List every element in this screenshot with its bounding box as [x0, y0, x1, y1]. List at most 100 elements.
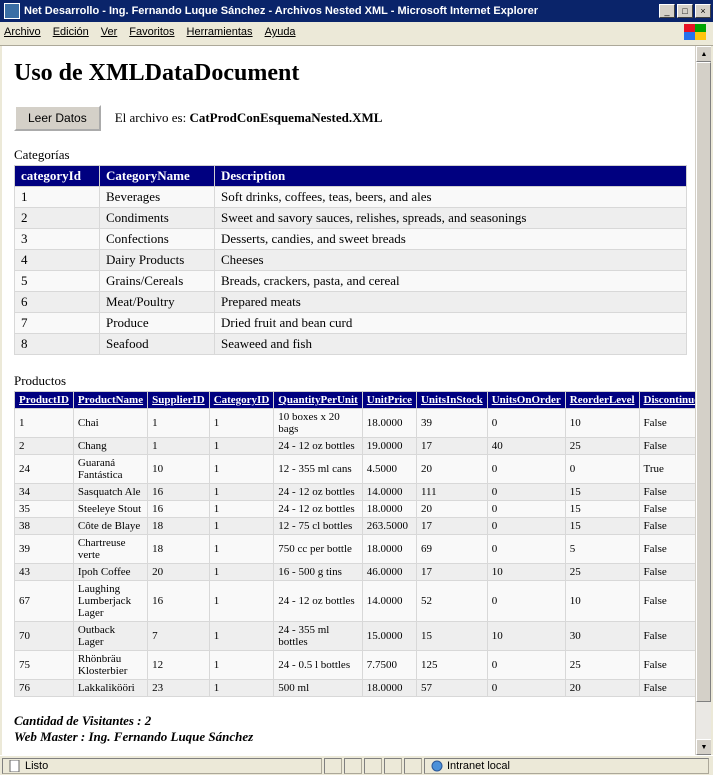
- menu-archivo[interactable]: Archivo: [4, 26, 41, 38]
- cell: 18.0000: [362, 680, 416, 697]
- read-data-button[interactable]: Leer Datos: [14, 105, 101, 131]
- products-table: ProductIDProductNameSupplierIDCategoryID…: [14, 391, 710, 697]
- cell: 18.0000: [362, 501, 416, 518]
- cell: 46.0000: [362, 564, 416, 581]
- cell: 24: [15, 455, 74, 484]
- cell: 2: [15, 438, 74, 455]
- table-row: 4Dairy ProductsCheeses: [15, 250, 687, 271]
- cell: Sweet and savory sauces, relishes, sprea…: [215, 208, 687, 229]
- maximize-button[interactable]: □: [677, 4, 693, 18]
- cell: 10: [565, 409, 639, 438]
- cell: 20: [565, 680, 639, 697]
- cell: 12 - 355 ml cans: [274, 455, 362, 484]
- cell: Dried fruit and bean curd: [215, 313, 687, 334]
- minimize-button[interactable]: _: [659, 4, 675, 18]
- table-row: 5Grains/CerealsBreads, crackers, pasta, …: [15, 271, 687, 292]
- footer: Cantidad de Visitantes : 2 Web Master : …: [14, 713, 699, 745]
- cell: 4.5000: [362, 455, 416, 484]
- cell: 0: [487, 535, 565, 564]
- cell: 12: [148, 651, 210, 680]
- cell: 0: [565, 455, 639, 484]
- prod-header[interactable]: UnitPrice: [362, 392, 416, 409]
- table-row: 1Chai1110 boxes x 20 bags18.000039010Fal…: [15, 409, 710, 438]
- menu-favoritos[interactable]: Favoritos: [129, 26, 174, 38]
- prod-header[interactable]: ReorderLevel: [565, 392, 639, 409]
- cell: Seafood: [100, 334, 215, 355]
- cat-header: Description: [215, 166, 687, 187]
- table-row: 75Rhönbräu Klosterbier12124 - 0.5 l bott…: [15, 651, 710, 680]
- status-text: Listo: [25, 760, 48, 772]
- cell: 263.5000: [362, 518, 416, 535]
- cell: Lakkalikööri: [73, 680, 147, 697]
- cell: 40: [487, 438, 565, 455]
- menu-herramientas[interactable]: Herramientas: [187, 26, 253, 38]
- prod-header[interactable]: QuantityPerUnit: [274, 392, 362, 409]
- close-button[interactable]: ×: [695, 4, 711, 18]
- cell: 18: [148, 535, 210, 564]
- cell: Sasquatch Ale: [73, 484, 147, 501]
- cell: 67: [15, 581, 74, 622]
- cell: Beverages: [100, 187, 215, 208]
- cell: 1: [148, 438, 210, 455]
- cell: 0: [487, 651, 565, 680]
- cell: 24 - 355 ml bottles: [274, 622, 362, 651]
- cell: Prepared meats: [215, 292, 687, 313]
- cell: 14.0000: [362, 581, 416, 622]
- categories-table: categoryIdCategoryNameDescription 1Bever…: [14, 165, 687, 355]
- page-heading: Uso de XMLDataDocument: [14, 60, 699, 87]
- cell: Confections: [100, 229, 215, 250]
- cell: 75: [15, 651, 74, 680]
- table-row: 70Outback Lager7124 - 355 ml bottles15.0…: [15, 622, 710, 651]
- prod-header[interactable]: ProductID: [15, 392, 74, 409]
- cell: 25: [565, 564, 639, 581]
- cell: 17: [416, 564, 487, 581]
- status-pad1: [324, 758, 342, 774]
- cell: 10: [148, 455, 210, 484]
- menu-bar: Archivo Edición Ver Favoritos Herramient…: [0, 22, 713, 46]
- cell: 0: [487, 409, 565, 438]
- cell: 20: [148, 564, 210, 581]
- cell: 1: [15, 409, 74, 438]
- table-row: 2Chang1124 - 12 oz bottles19.0000174025F…: [15, 438, 710, 455]
- table-row: 67Laughing Lumberjack Lager16124 - 12 oz…: [15, 581, 710, 622]
- menu-ver[interactable]: Ver: [101, 26, 118, 38]
- file-info: El archivo es: CatProdConEsquemaNested.X…: [115, 110, 383, 126]
- page-icon: [9, 760, 21, 772]
- cell: 16: [148, 501, 210, 518]
- file-label: El archivo es:: [115, 110, 190, 125]
- window-title: Net Desarrollo - Ing. Fernando Luque Sán…: [24, 5, 657, 17]
- scroll-down-button[interactable]: ▼: [696, 739, 712, 755]
- menu-ayuda[interactable]: Ayuda: [265, 26, 296, 38]
- status-bar: Listo Intranet local: [0, 755, 713, 775]
- cell: 14.0000: [362, 484, 416, 501]
- scroll-thumb[interactable]: [696, 62, 711, 702]
- prod-header[interactable]: UnitsInStock: [416, 392, 487, 409]
- cell: 39: [416, 409, 487, 438]
- status-pad4: [384, 758, 402, 774]
- cell: 52: [416, 581, 487, 622]
- cell: 7: [148, 622, 210, 651]
- cell: Chang: [73, 438, 147, 455]
- vertical-scrollbar[interactable]: ▲ ▼: [695, 46, 711, 755]
- cell: 4: [15, 250, 100, 271]
- scroll-up-button[interactable]: ▲: [696, 46, 712, 62]
- cell: 10: [487, 564, 565, 581]
- cell: 750 cc per bottle: [274, 535, 362, 564]
- cell: Côte de Blaye: [73, 518, 147, 535]
- prod-header[interactable]: CategoryID: [209, 392, 274, 409]
- table-row: 43Ipoh Coffee20116 - 500 g tins46.000017…: [15, 564, 710, 581]
- cell: 5: [15, 271, 100, 292]
- prod-header[interactable]: ProductName: [73, 392, 147, 409]
- cell: Rhönbräu Klosterbier: [73, 651, 147, 680]
- cell: 1: [209, 501, 274, 518]
- cell: 1: [209, 651, 274, 680]
- table-row: 38Côte de Blaye18112 - 75 cl bottles263.…: [15, 518, 710, 535]
- prod-header[interactable]: UnitsOnOrder: [487, 392, 565, 409]
- cell: Ipoh Coffee: [73, 564, 147, 581]
- scroll-track[interactable]: [696, 62, 711, 739]
- cell: 24 - 0.5 l bottles: [274, 651, 362, 680]
- menu-edicion[interactable]: Edición: [53, 26, 89, 38]
- prod-header[interactable]: SupplierID: [148, 392, 210, 409]
- cell: Desserts, candies, and sweet breads: [215, 229, 687, 250]
- cell: 34: [15, 484, 74, 501]
